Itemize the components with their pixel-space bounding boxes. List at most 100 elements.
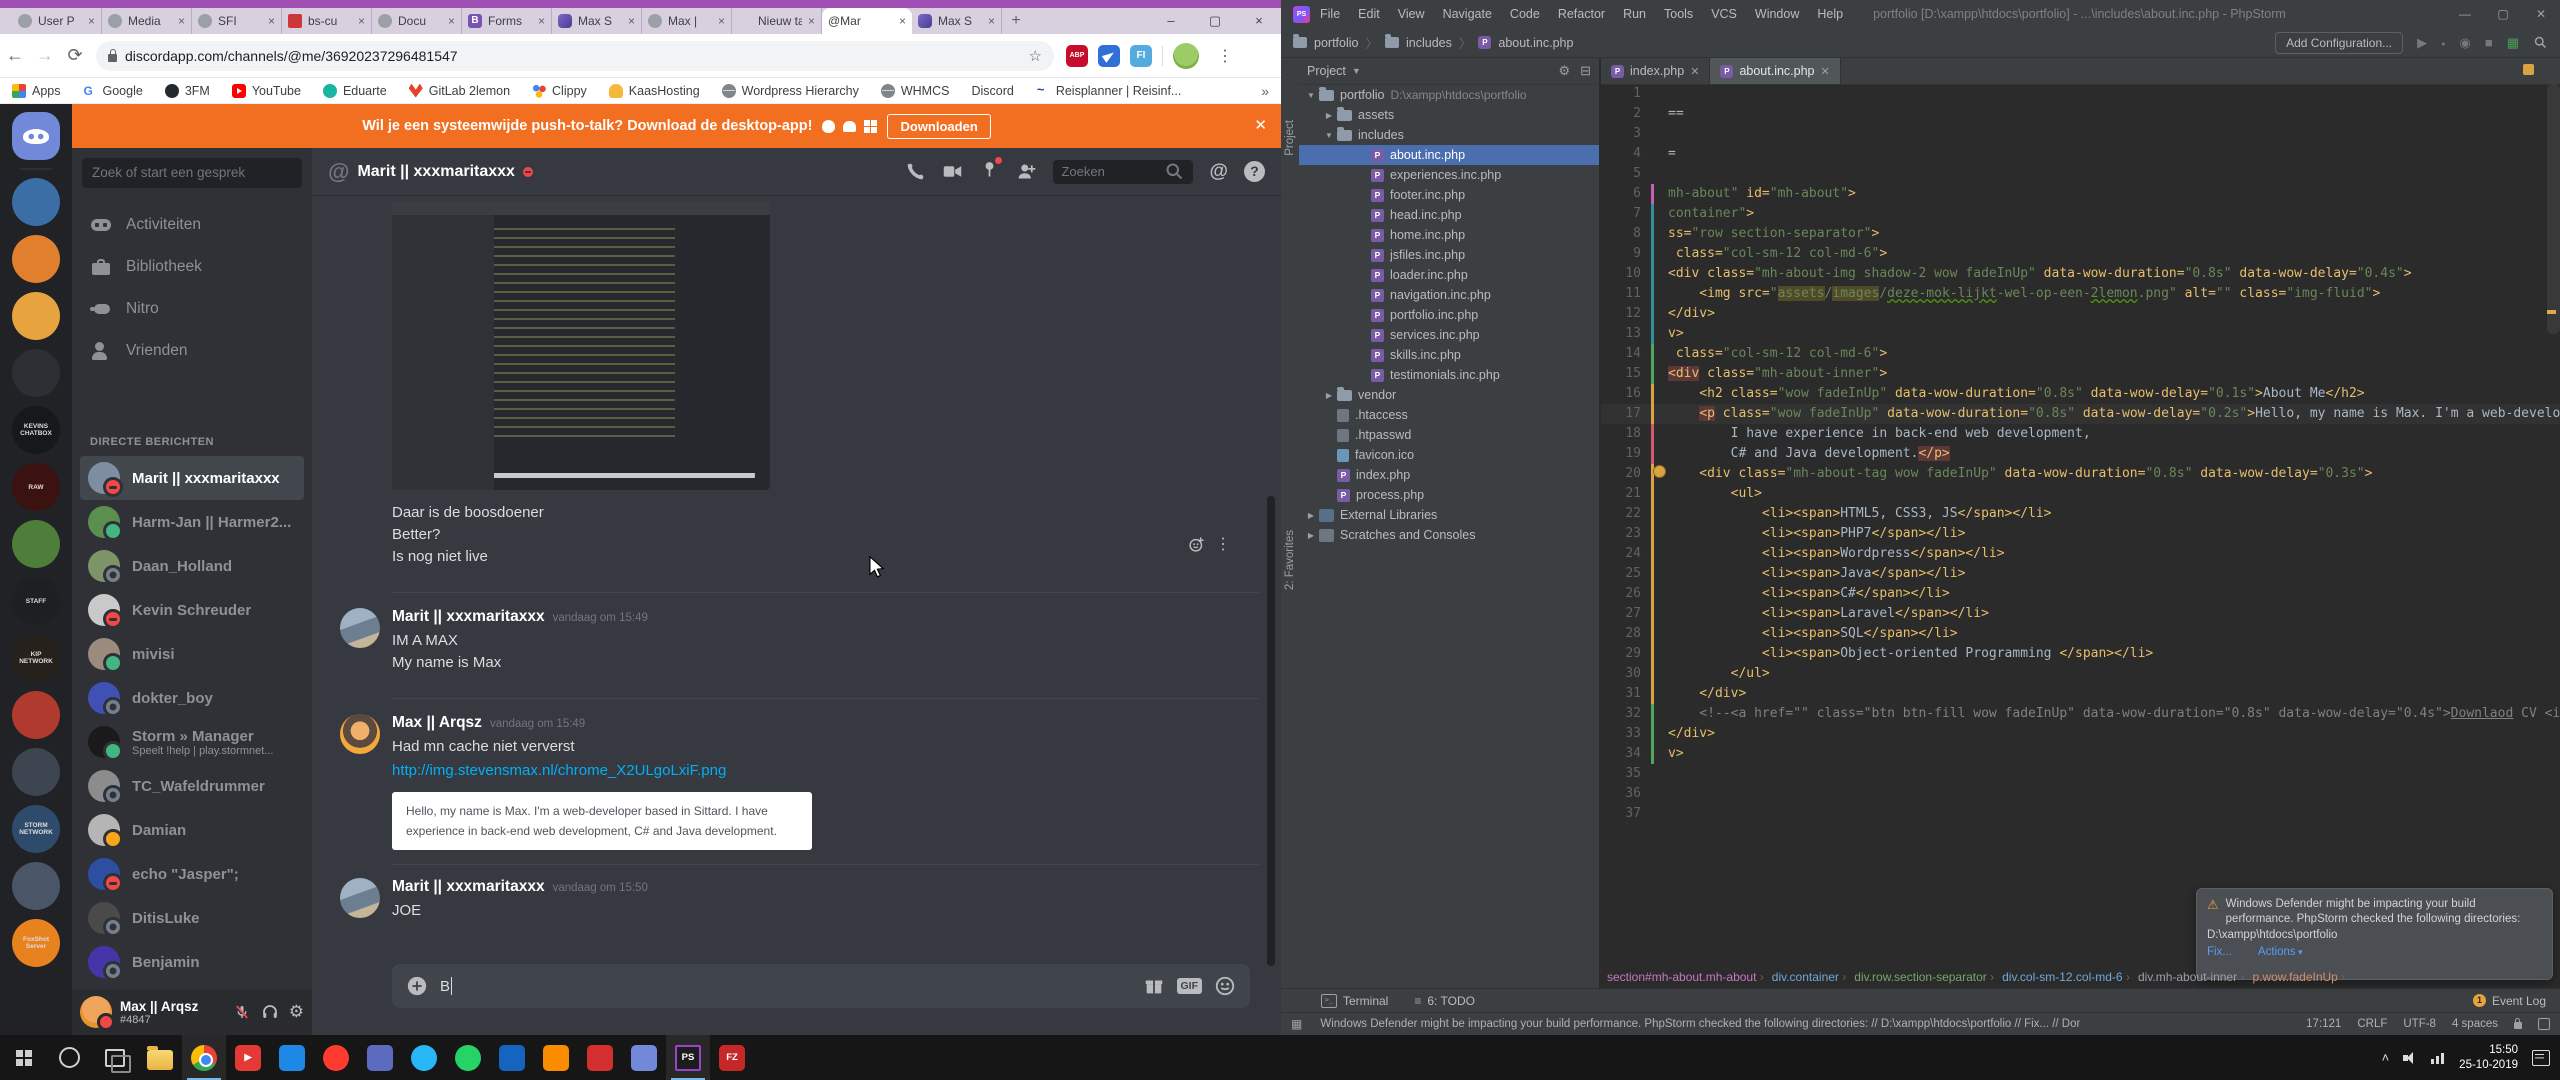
breadcrumb-item[interactable]: portfolio — [1314, 36, 1358, 50]
bookmarks-overflow-icon[interactable]: » — [1261, 83, 1269, 99]
menu-item[interactable]: Help — [1817, 7, 1843, 21]
breadcrumb-chip[interactable]: div.row.section-separator › — [1854, 970, 1994, 984]
chat-message[interactable]: Better? — [392, 526, 440, 543]
headphones-icon[interactable] — [261, 1003, 279, 1021]
project-tree-row[interactable]: assets — [1299, 105, 1599, 125]
message-author[interactable]: Marit || xxxmaritaxxx — [392, 878, 545, 896]
chevron-down-icon[interactable]: ▼ — [1352, 66, 1361, 76]
editor-tab[interactable]: P index.php ✕ — [1601, 58, 1710, 84]
chat-image-attachment[interactable] — [392, 202, 770, 490]
close-icon[interactable]: × — [1237, 8, 1281, 34]
code-line[interactable]: 24 <li><span>Wordpress</span></li> — [1601, 544, 2560, 564]
chat-scrollbar[interactable] — [1267, 496, 1275, 966]
settings-gear-icon[interactable]: ⚙ — [1558, 63, 1570, 79]
discord-home-icon[interactable] — [12, 112, 60, 160]
browser-tab[interactable]: Max S × — [912, 8, 1002, 34]
browser-menu-icon[interactable]: ⋮ — [1209, 46, 1241, 66]
code-line[interactable]: 21 <ul> — [1601, 484, 2560, 504]
project-tree-row[interactable]: .htaccess — [1299, 405, 1599, 425]
chat-message[interactable]: Is nog niet live — [392, 548, 488, 565]
taskbar-app-icon[interactable]: PS — [666, 1035, 710, 1080]
menu-item[interactable]: File — [1320, 7, 1340, 21]
gift-icon[interactable] — [1143, 975, 1165, 997]
chat-message[interactable]: JOE — [392, 902, 421, 919]
chat-message[interactable]: Had mn cache niet ververst — [392, 738, 575, 755]
conversation-search-input[interactable]: Zoek of start een gesprek — [82, 158, 302, 188]
bookmark-item[interactable]: Reisplanner | Reisinf... — [1036, 84, 1182, 98]
minimize-icon[interactable]: — — [2446, 0, 2484, 28]
sidebar-nav-item[interactable]: Activiteiten — [80, 204, 304, 246]
project-tree-row[interactable]: head.inc.php — [1299, 205, 1599, 225]
breadcrumb-chip[interactable]: section#mh-about.mh-about › — [1607, 970, 1764, 984]
project-stripe-tab[interactable]: Project — [1284, 120, 1296, 156]
tab-close-icon[interactable]: × — [808, 14, 815, 28]
banner-close-icon[interactable]: ✕ — [1254, 116, 1267, 134]
code-line[interactable]: 29 <li><span>Object-oriented Programming… — [1601, 644, 2560, 664]
dm-list-item[interactable]: DitisLuke — [80, 896, 304, 940]
taskbar-app-icon[interactable] — [182, 1035, 226, 1080]
downloader-extension-icon[interactable] — [1098, 45, 1120, 67]
bookmark-item[interactable]: Discord — [971, 84, 1013, 98]
code-line[interactable]: 5 — [1601, 164, 2560, 184]
server-icon[interactable]: STAFF — [12, 577, 60, 625]
chat-message[interactable]: My name is Max — [392, 654, 501, 671]
code-editor[interactable]: 12==34=56mh-about" id="mh-about">7contai… — [1601, 84, 2560, 966]
server-icon[interactable]: RAW — [12, 463, 60, 511]
microphone-muted-icon[interactable] — [233, 1003, 251, 1021]
tab-close-icon[interactable]: × — [988, 14, 995, 28]
adblock-extension-icon[interactable]: ABP — [1066, 45, 1088, 67]
tab-close-icon[interactable]: × — [268, 14, 275, 28]
add-friend-icon[interactable] — [1016, 161, 1037, 182]
code-line[interactable]: 25 <li><span>Java</span></li> — [1601, 564, 2560, 584]
tab-close-icon[interactable]: ✕ — [1821, 65, 1830, 78]
taskbar-app-icon[interactable] — [446, 1035, 490, 1080]
inspection-status-icon[interactable] — [2523, 64, 2534, 75]
server-icon[interactable] — [12, 520, 60, 568]
browser-tab[interactable]: Max | × — [642, 8, 732, 34]
upload-plus-icon[interactable] — [406, 975, 428, 997]
taskbar-app-icon[interactable] — [490, 1035, 534, 1080]
breadcrumb-chip[interactable]: div.container › — [1772, 970, 1847, 984]
tab-close-icon[interactable]: × — [718, 14, 725, 28]
server-icon[interactable] — [12, 292, 60, 340]
code-line[interactable]: 26 <li><span>C#</span></li> — [1601, 584, 2560, 604]
dm-list-item[interactable]: dokter_boy — [80, 676, 304, 720]
code-line[interactable]: 2== — [1601, 104, 2560, 124]
code-line[interactable]: 35 — [1601, 764, 2560, 784]
code-line[interactable]: 11 <img src="assets/images/deze-mok-lijk… — [1601, 284, 2560, 304]
menu-item[interactable]: Code — [1510, 7, 1540, 21]
chat-message[interactable]: IM A MAX — [392, 632, 458, 649]
todo-button[interactable]: ≡6: TODO — [1414, 994, 1475, 1008]
code-line[interactable]: 14 class="col-sm-12 col-md-6"> — [1601, 344, 2560, 364]
avatar[interactable] — [340, 878, 380, 918]
code-line[interactable]: 8ss="row section-separator"> — [1601, 224, 2560, 244]
menu-item[interactable]: Window — [1755, 7, 1799, 21]
browser-tab[interactable]: Forms × — [462, 8, 552, 34]
code-line[interactable]: 34v> — [1601, 744, 2560, 764]
voice-call-icon[interactable] — [905, 161, 926, 182]
status-message[interactable]: Windows Defender might be impacting your… — [1320, 1018, 2080, 1030]
code-line[interactable]: 22 <li><span>HTML5, CSS3, JS</span></li> — [1601, 504, 2560, 524]
project-tree-row[interactable]: experiences.inc.php — [1299, 165, 1599, 185]
project-tree-row[interactable]: vendor — [1299, 385, 1599, 405]
code-line[interactable]: 1 — [1601, 84, 2560, 104]
tree-arrow-icon[interactable] — [1305, 91, 1317, 100]
menu-item[interactable]: Edit — [1358, 7, 1380, 21]
code-line[interactable]: 31 </div> — [1601, 684, 2560, 704]
browser-tab[interactable]: Media × — [102, 8, 192, 34]
code-line[interactable]: 9 class="col-sm-12 col-md-6"> — [1601, 244, 2560, 264]
browser-tab[interactable]: Max S × — [552, 8, 642, 34]
code-line[interactable]: 3 — [1601, 124, 2560, 144]
coverage-icon[interactable]: ◉ — [2460, 35, 2471, 51]
message-more-icon[interactable]: ⋮ — [1215, 534, 1231, 554]
dm-list-item[interactable]: TC_Wafeldrummer — [80, 764, 304, 808]
bookmark-item[interactable]: Clippy — [532, 84, 587, 98]
message-author[interactable]: Max || Arqsz — [392, 714, 482, 732]
bookmark-item[interactable]: WHMCS — [881, 84, 950, 98]
tree-arrow-icon[interactable] — [1323, 111, 1335, 120]
dm-list-item[interactable]: Damian — [80, 808, 304, 852]
new-tab-button[interactable]: + — [1002, 8, 1030, 34]
project-tree-row[interactable]: favicon.ico — [1299, 445, 1599, 465]
action-center-icon[interactable] — [2532, 1050, 2550, 1066]
taskbar-app-icon[interactable] — [622, 1035, 666, 1080]
